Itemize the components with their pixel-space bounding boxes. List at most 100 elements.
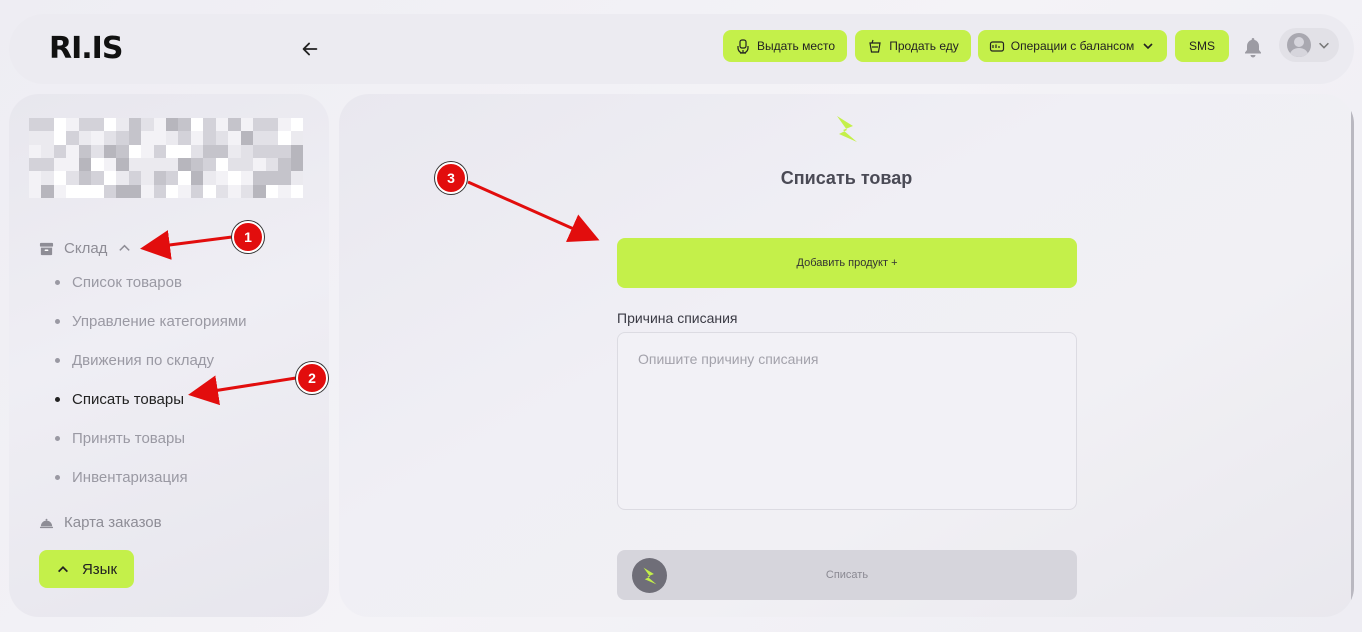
mosaic-cell bbox=[53, 118, 67, 132]
mosaic-cell bbox=[290, 171, 303, 185]
arrow-left-icon[interactable] bbox=[299, 38, 321, 60]
bell-icon[interactable] bbox=[1243, 36, 1263, 58]
mosaic-cell bbox=[116, 157, 129, 172]
mosaic-cell bbox=[228, 131, 241, 145]
chevron-up-icon bbox=[119, 244, 131, 251]
mosaic-cell bbox=[91, 118, 104, 132]
sidebar-item-inventory[interactable]: Инвентаризация bbox=[55, 469, 188, 486]
bullet bbox=[55, 358, 60, 363]
language-label: Язык bbox=[81, 560, 118, 578]
mosaic-cell bbox=[128, 171, 142, 185]
mosaic-cell bbox=[290, 144, 303, 158]
mosaic-cell bbox=[91, 144, 104, 158]
mosaic-cell bbox=[116, 118, 129, 132]
mosaic-cell bbox=[203, 118, 216, 132]
lightning-logo-icon bbox=[837, 116, 857, 142]
mosaic-cell bbox=[203, 171, 216, 185]
mosaic-cell bbox=[278, 184, 291, 198]
mosaic-cell bbox=[165, 131, 179, 145]
annotation-badge-1: 1 bbox=[232, 221, 264, 253]
write-off-submit-button[interactable]: Списать bbox=[617, 550, 1077, 600]
mosaic-cell bbox=[128, 118, 142, 132]
mosaic-cell bbox=[178, 184, 191, 198]
mosaic-cell bbox=[215, 131, 229, 145]
chevron-down-icon bbox=[1319, 42, 1329, 49]
sidebar-item-category-management[interactable]: Управление категориями bbox=[55, 313, 247, 330]
mosaic-cell bbox=[128, 184, 142, 198]
mosaic-cell bbox=[153, 118, 166, 132]
mosaic-cell bbox=[203, 184, 216, 198]
mosaic-cell bbox=[215, 157, 229, 172]
add-product-button[interactable]: Добавить продукт + bbox=[617, 238, 1077, 288]
user-menu[interactable] bbox=[1279, 28, 1339, 62]
mosaic-cell bbox=[215, 118, 229, 132]
sell-food-button[interactable]: Продать еду bbox=[855, 30, 971, 62]
mosaic-cell bbox=[190, 184, 204, 198]
mosaic-cell bbox=[265, 131, 279, 145]
chevron-down-icon bbox=[1143, 43, 1153, 50]
cup-icon bbox=[869, 39, 881, 53]
mosaic-cell bbox=[240, 144, 254, 158]
mosaic-cell bbox=[203, 131, 216, 145]
write-off-submit-label: Списать bbox=[825, 569, 869, 581]
mosaic-cell bbox=[290, 157, 303, 172]
mosaic-cell bbox=[29, 131, 42, 145]
mosaic-cell bbox=[203, 157, 216, 172]
mosaic-cell bbox=[290, 184, 303, 198]
mosaic-cell bbox=[178, 171, 191, 185]
mosaic-cell bbox=[253, 184, 266, 198]
mosaic-cell bbox=[29, 184, 42, 198]
mosaic-cell bbox=[91, 157, 104, 172]
issue-seat-button[interactable]: Выдать место bbox=[723, 30, 847, 62]
mosaic-cell bbox=[103, 184, 117, 198]
sidebar-item-write-off-goods[interactable]: Списать товары bbox=[55, 391, 184, 408]
mosaic-cell bbox=[53, 171, 67, 185]
sidebar: Склад Список товаров Управление категори… bbox=[9, 94, 329, 617]
mosaic-cell bbox=[190, 144, 204, 158]
mosaic-cell bbox=[178, 118, 191, 132]
mosaic-cell bbox=[78, 157, 92, 172]
mosaic-cell bbox=[78, 144, 92, 158]
mosaic-cell bbox=[228, 144, 241, 158]
mosaic-cell bbox=[278, 171, 291, 185]
mosaic-cell bbox=[290, 131, 303, 145]
mosaic-cell bbox=[41, 131, 54, 145]
balance-operations-button[interactable]: Операции с балансом bbox=[978, 30, 1167, 62]
mosaic-cell bbox=[165, 118, 179, 132]
user-avatar-icon bbox=[1287, 33, 1311, 57]
mosaic-cell bbox=[178, 144, 191, 158]
mosaic-cell bbox=[153, 131, 166, 145]
mosaic-cell bbox=[228, 184, 241, 198]
language-button[interactable]: Язык bbox=[39, 550, 134, 588]
mosaic-cell bbox=[78, 171, 92, 185]
mosaic-cell bbox=[141, 118, 154, 132]
mosaic-cell bbox=[29, 144, 42, 158]
mosaic-cell bbox=[66, 144, 79, 158]
mosaic-cell bbox=[253, 144, 266, 158]
sidebar-item-stock-movements[interactable]: Движения по складу bbox=[55, 352, 214, 369]
write-off-reason-field[interactable] bbox=[617, 332, 1077, 510]
sidebar-item-receive-goods[interactable]: Принять товары bbox=[55, 430, 185, 447]
sms-button[interactable]: SMS bbox=[1175, 30, 1229, 62]
mosaic-cell bbox=[253, 171, 266, 185]
mosaic-cell bbox=[265, 157, 279, 172]
mosaic-cell bbox=[128, 157, 142, 172]
balance-icon bbox=[989, 41, 1004, 52]
sidebar-item-orders-map[interactable]: Карта заказов bbox=[39, 514, 162, 531]
write-off-reason-label: Причина списания bbox=[617, 310, 738, 326]
bullet bbox=[55, 397, 60, 402]
mosaic-cell bbox=[228, 157, 241, 172]
mosaic-cell bbox=[165, 157, 179, 172]
mosaic-cell bbox=[91, 184, 104, 198]
mosaic-cell bbox=[165, 184, 179, 198]
mosaic-cell bbox=[66, 184, 79, 198]
mosaic-cell bbox=[240, 118, 254, 132]
mosaic-cell bbox=[253, 157, 266, 172]
logo[interactable]: RI.IS bbox=[49, 32, 123, 66]
mosaic-cell bbox=[66, 118, 79, 132]
mosaic-cell bbox=[141, 131, 154, 145]
sidebar-section-warehouse[interactable]: Склад bbox=[39, 240, 132, 257]
mosaic-cell bbox=[41, 184, 54, 198]
sidebar-item-label: Управление категориями bbox=[72, 313, 247, 330]
sidebar-item-product-list[interactable]: Список товаров bbox=[55, 274, 182, 291]
